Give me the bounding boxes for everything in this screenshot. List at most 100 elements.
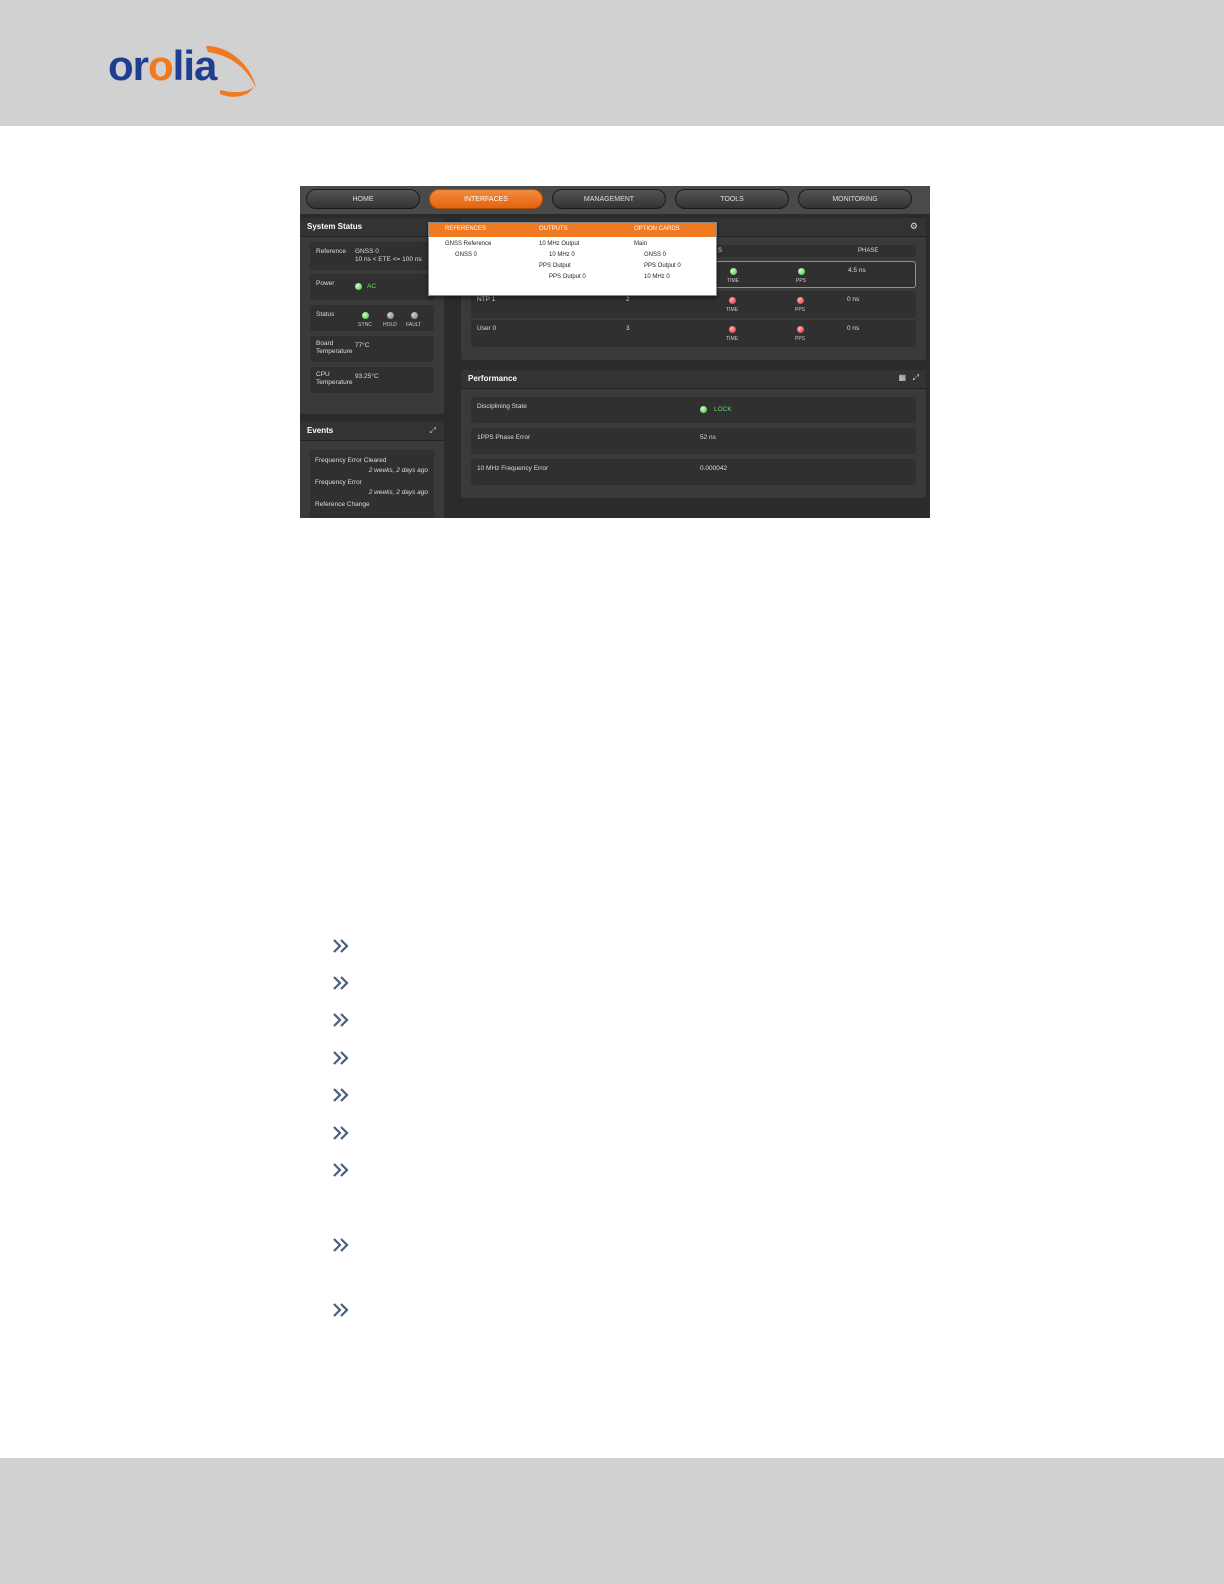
double-chevron-right-icon [331, 1011, 351, 1029]
cpu-temperature-value: 93.25°C [355, 373, 379, 380]
expand-icon[interactable]: ⤢ [430, 426, 436, 436]
pps-label: PPS [796, 278, 807, 284]
cpu-temperature-row: CPU Temperature 93.25°C [310, 367, 434, 393]
board-temperature-label: Board Temperature [316, 340, 353, 355]
nav-monitoring-button[interactable]: MONITORING [798, 189, 912, 209]
pps-label: PPS [795, 307, 806, 313]
pps-indicator-icon [798, 268, 805, 275]
nav-management-button[interactable]: MANAGEMENT [552, 189, 666, 209]
double-chevron-right-icon [331, 1161, 351, 1179]
hold-label: HOLD [383, 322, 397, 328]
reference-value: GNSS 0 [355, 248, 379, 255]
frequency-error-value: 0.000042 [700, 465, 728, 472]
menu-item-10mhz-output[interactable]: 10 MHz Output [539, 241, 579, 247]
gear-icon[interactable]: ⚙ [910, 221, 918, 232]
phase-error-label: 1PPS Phase Error [477, 434, 531, 441]
menu-header-outputs: OUTPUTS [539, 226, 568, 232]
reference-row[interactable]: User 0 3 TIME PPS 0 ns [471, 320, 916, 347]
dropdown-header-bar: REFERENCES OUTPUTS OPTION CARDS [429, 223, 716, 237]
performance-title: Performance [461, 370, 926, 389]
frequency-error-label: 10 MHz Frequency Error [477, 465, 549, 472]
pps-indicator-icon [797, 297, 804, 304]
performance-panel: Performance ▦ ⤢ Disciplining State LOCK … [461, 370, 926, 498]
top-nav-bar: HOME INTERFACES MANAGEMENT TOOLS MONITOR… [300, 186, 930, 214]
lock-indicator-icon [700, 406, 707, 413]
phase-error-value: 52 ns [700, 434, 716, 441]
menu-item-pps-output-0[interactable]: PPS Output 0 [549, 274, 586, 280]
menu-item-gnss-0[interactable]: GNSS 0 [455, 252, 477, 258]
double-chevron-right-icon [331, 974, 351, 992]
sync-indicator-icon [362, 312, 369, 319]
event-name: Frequency Error [315, 479, 362, 486]
events-list: Frequency Error Cleared 2 weeks, 2 days … [310, 450, 434, 518]
phase-value: 0 ns [847, 325, 860, 332]
system-status-panel: System Status Reference GNSS 0 10 ns < E… [300, 218, 444, 414]
orolia-logo: orolia [108, 40, 258, 97]
phase-value: 4.5 ns [848, 267, 866, 274]
time-label: TIME [726, 336, 738, 342]
nav-tools-button[interactable]: TOOLS [675, 189, 789, 209]
reference-priority: 3 [626, 325, 630, 332]
status-label: Status [316, 311, 335, 318]
time-label: TIME [727, 278, 739, 284]
time-label: TIME [726, 307, 738, 313]
column-header-phase: PHASE [858, 248, 879, 254]
page-footer-band [0, 1458, 1224, 1584]
web-ui-screenshot: HOME INTERFACES MANAGEMENT TOOLS MONITOR… [300, 186, 930, 518]
logo-wordmark: orolia [108, 42, 217, 89]
pps-indicator-icon [797, 326, 804, 333]
reference-detail: 10 ns < ETE <= 100 ns [355, 256, 422, 263]
double-chevron-right-icon [331, 1086, 351, 1104]
time-indicator-icon [729, 326, 736, 333]
interfaces-dropdown-menu: REFERENCES OUTPUTS OPTION CARDS GNSS Ref… [428, 222, 717, 296]
pps-label: PPS [795, 336, 806, 342]
double-chevron-right-icon [331, 1124, 351, 1142]
reference-name: User 0 [477, 325, 497, 332]
expand-icon[interactable]: ⤢ [913, 373, 919, 383]
menu-header-option-cards: OPTION CARDS [634, 226, 680, 232]
phase-value: 0 ns [847, 296, 860, 303]
board-temperature-row: Board Temperature 77°C [310, 336, 434, 362]
column-header-s: S [718, 248, 723, 254]
event-time: 2 weeks, 2 days ago [368, 489, 428, 496]
board-temperature-value: 77°C [355, 342, 370, 349]
frequency-error-row: 10 MHz Frequency Error 0.000042 [471, 459, 916, 485]
reference-name: NTP 1 [477, 296, 496, 303]
menu-item-10mhz-0[interactable]: 10 MHz 0 [549, 252, 575, 258]
disciplining-state-label: Disciplining State [477, 403, 527, 410]
disciplining-state-row: Disciplining State LOCK [471, 397, 916, 423]
sync-label: SYNC [358, 322, 372, 328]
power-row: Power AC [310, 274, 434, 300]
double-chevron-right-icon [331, 1301, 351, 1319]
power-value: AC [367, 283, 377, 290]
menu-header-references: REFERENCES [445, 226, 487, 232]
event-time: 2 weeks, 2 days ago [368, 467, 428, 474]
time-indicator-icon [730, 268, 737, 275]
fault-indicator-icon [411, 312, 418, 319]
menu-item-card-gnss-0[interactable]: GNSS 0 [644, 252, 666, 258]
event-name: Reference Change [315, 501, 370, 508]
menu-item-card-pps-output-0[interactable]: PPS Output 0 [644, 263, 681, 269]
nav-home-button[interactable]: HOME [306, 189, 420, 209]
hold-indicator-icon [387, 312, 394, 319]
double-chevron-right-icon [331, 1049, 351, 1067]
system-status-title: System Status [300, 218, 444, 237]
status-row: Status SYNC HOLD FAULT [310, 305, 434, 331]
menu-item-main[interactable]: Main [634, 241, 647, 247]
events-panel: Events ⤢ Frequency Error Cleared 2 weeks… [300, 422, 444, 518]
power-label: Power [316, 280, 335, 287]
menu-item-card-10mhz-0[interactable]: 10 MHz 0 [644, 274, 670, 280]
disciplining-state-value: LOCK [714, 406, 732, 413]
menu-item-pps-output[interactable]: PPS Output [539, 263, 571, 269]
nav-interfaces-button[interactable]: INTERFACES [429, 189, 543, 209]
cpu-temperature-label: CPU Temperature [316, 371, 353, 386]
event-name: Frequency Error Cleared [315, 457, 387, 464]
fault-label: FAULT [406, 322, 422, 328]
reference-label: Reference [316, 248, 346, 255]
menu-item-gnss-reference[interactable]: GNSS Reference [445, 241, 491, 247]
double-chevron-right-icon [331, 1236, 351, 1254]
power-indicator-icon [355, 283, 362, 290]
time-indicator-icon [729, 297, 736, 304]
chart-icon[interactable]: ▦ [898, 373, 906, 382]
reference-row: Reference GNSS 0 10 ns < ETE <= 100 ns [310, 242, 434, 270]
